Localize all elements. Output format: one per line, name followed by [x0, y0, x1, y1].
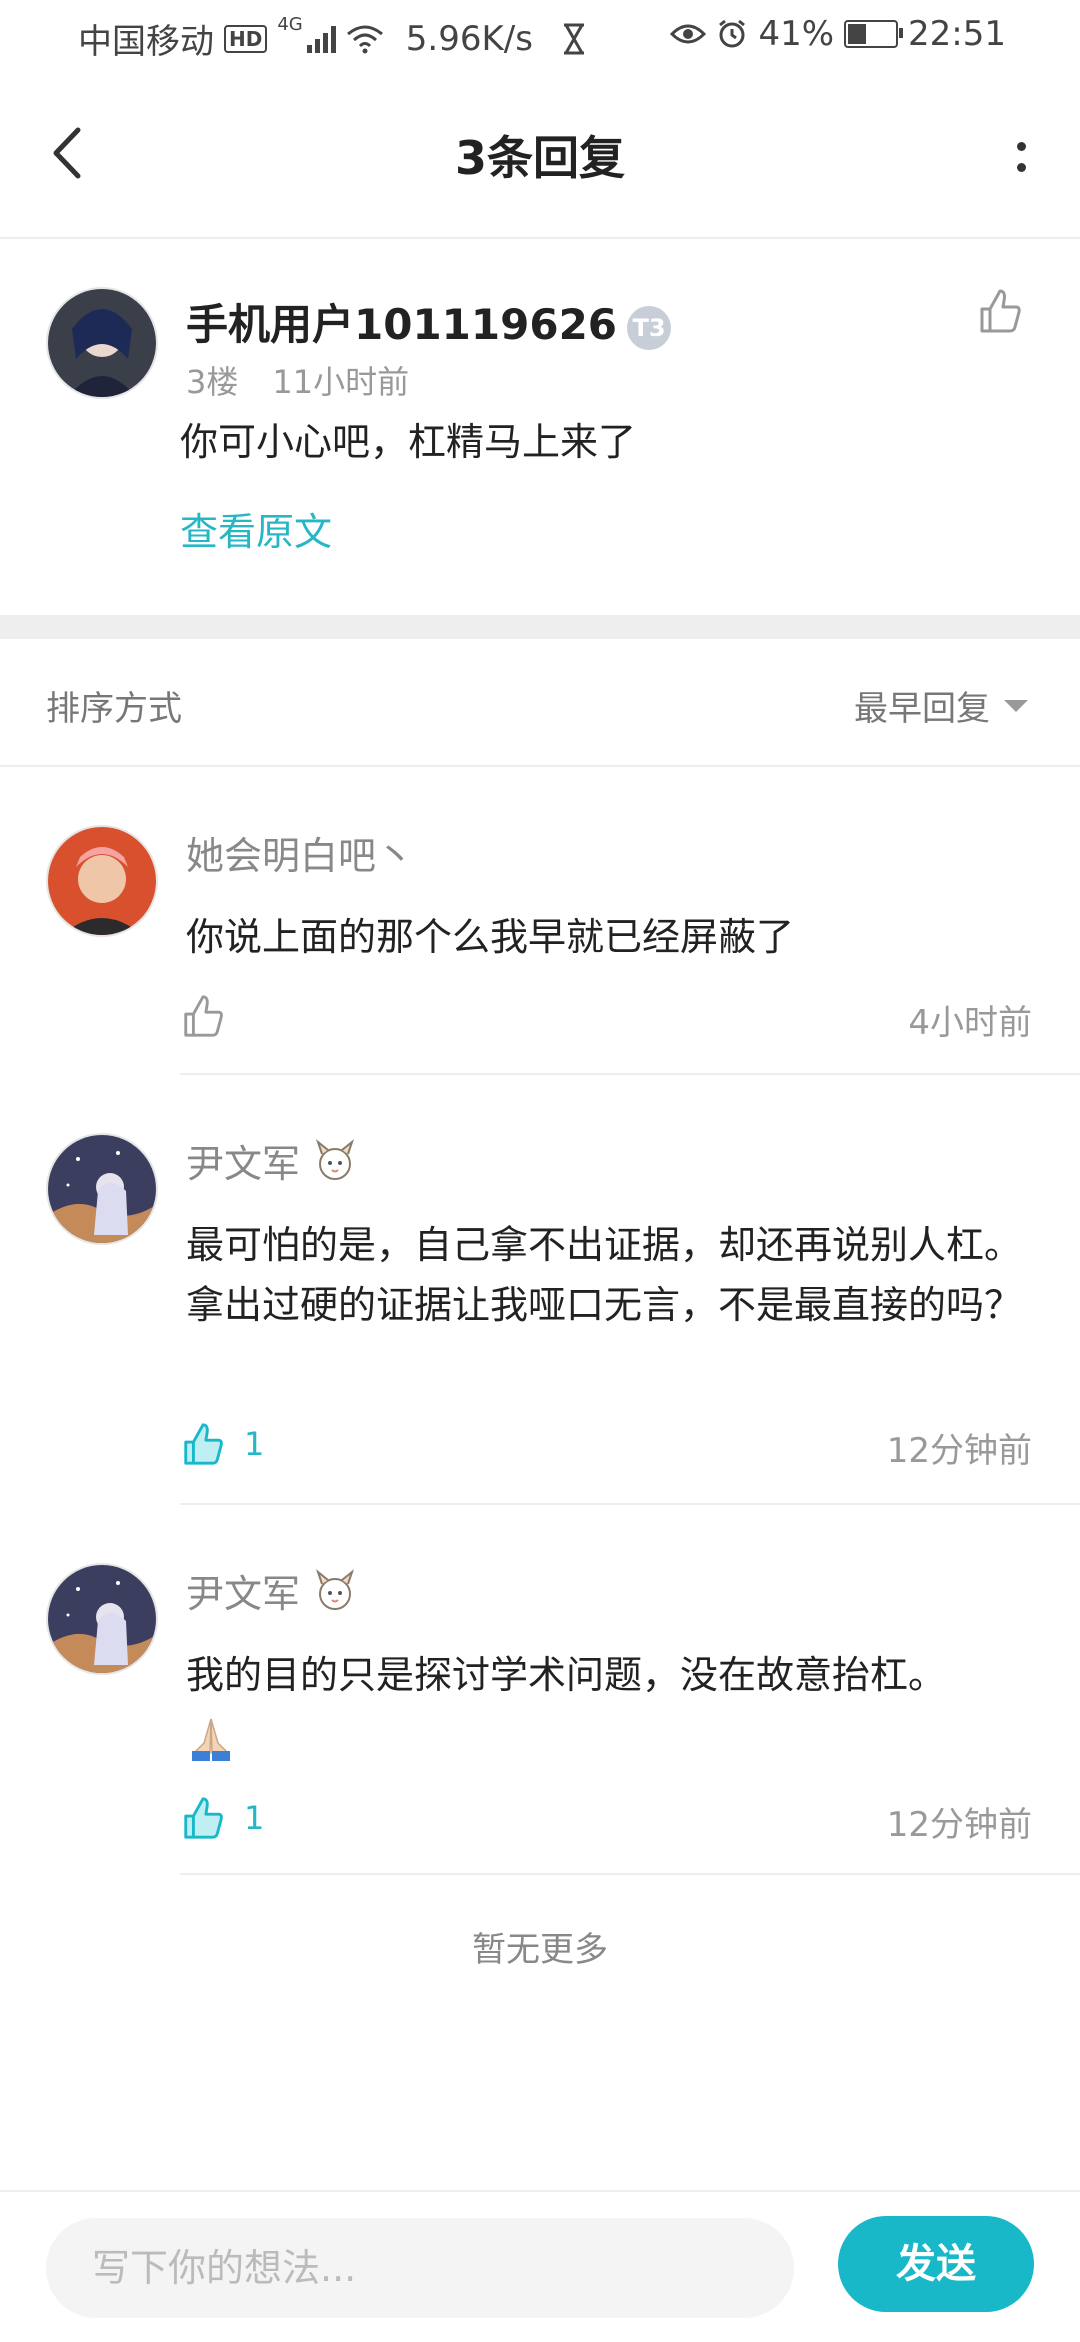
reply-content-text: 我的目的只是探讨学术问题，没在故意抬杠。	[186, 1653, 947, 1697]
reply-username-text: 她会明白吧丶	[186, 834, 415, 878]
sort-bar: 排序方式 最早回复	[0, 639, 1080, 767]
like-filled-icon[interactable]	[180, 1421, 226, 1467]
battery-icon	[844, 20, 904, 48]
like-count: 1	[244, 1799, 265, 1837]
like-icon[interactable]	[976, 287, 1024, 335]
reply-time: 12分钟前	[886, 1805, 1032, 1845]
reply-content: 你说上面的那个么我早就已经屏蔽了	[186, 915, 795, 959]
sort-label: 排序方式	[46, 689, 182, 729]
network-type: 4G	[277, 14, 303, 35]
clock: 22:51	[908, 14, 1006, 54]
reply-username[interactable]: 尹文军	[186, 1563, 358, 1618]
signal-icon	[306, 25, 336, 53]
more-options-icon[interactable]	[1006, 122, 1036, 192]
mascot-badge-icon	[315, 1138, 355, 1180]
reply-content: 我的目的只是探讨学术问题，没在故意抬杠。	[186, 1645, 1030, 1765]
original-comment: 手机用户101119626 T3 3楼 11小时前 你可小心吧，杠精马上来了 查看原…	[0, 239, 1080, 615]
reply-username[interactable]: 尹文军	[186, 1133, 358, 1188]
reply-username[interactable]: 她会明白吧丶	[186, 825, 414, 880]
reply-username-text: 尹文军	[186, 1572, 301, 1616]
divider	[180, 1873, 1080, 1875]
top-bar: 3条回复	[0, 72, 1080, 239]
reply-item: 尹文军 最可怕的是，自己拿不出证据，却还再说别人杠。拿出过硬的证据让我哑口无言，…	[0, 1075, 1080, 1505]
reply-username-text: 尹文军	[186, 1142, 301, 1186]
like-filled-icon[interactable]	[180, 1795, 226, 1841]
like-icon[interactable]	[180, 993, 226, 1039]
status-bar: 中国移动 HD 4G 5.96K/s 41% 22:51	[0, 0, 1080, 72]
eye-icon	[670, 24, 707, 44]
section-divider	[0, 615, 1080, 639]
comment-content: 你可小心吧，杠精马上来了	[180, 420, 637, 464]
view-original-link[interactable]: 查看原文	[180, 501, 332, 556]
alarm-icon	[719, 19, 746, 48]
carrier-label: 中国移动	[78, 22, 214, 62]
reply-input[interactable]: 写下你的想法...	[46, 2218, 794, 2318]
reply-time: 12分钟前	[886, 1431, 1032, 1471]
dropdown-caret-icon	[1004, 699, 1028, 712]
sort-value: 最早回复	[854, 689, 990, 729]
level-badge: T3	[627, 305, 672, 350]
send-button[interactable]: 发送	[838, 2216, 1034, 2312]
no-more-label: 暂无更多	[472, 1930, 608, 1970]
username[interactable]: 手机用户101119626 T3	[186, 291, 672, 352]
reply-item: 她会明白吧丶 你说上面的那个么我早就已经屏蔽了 4小时前	[0, 767, 1080, 1075]
reply-input-bar: 写下你的想法... 发送	[0, 2190, 1080, 2342]
sort-dropdown[interactable]: 最早回复	[854, 681, 1028, 730]
hd-badge: HD	[224, 24, 268, 53]
username-text: 手机用户101119626	[186, 300, 618, 349]
reply-time: 4小时前	[908, 1003, 1032, 1043]
battery-percent: 41%	[758, 14, 835, 54]
floor-number: 3楼	[186, 363, 239, 401]
reply-content: 最可怕的是，自己拿不出证据，却还再说别人杠。拿出过硬的证据让我哑口无言，不是最直…	[186, 1223, 1023, 1327]
comment-meta: 3楼 11小时前	[186, 357, 409, 403]
comment-time: 11小时前	[272, 363, 410, 401]
mascot-badge-icon	[315, 1568, 355, 1610]
page-title: 3条回复	[454, 131, 625, 185]
like-count: 1	[244, 1425, 265, 1463]
network-speed: 5.96K/s	[405, 18, 533, 59]
avatar[interactable]	[46, 825, 158, 937]
wifi-icon	[346, 25, 383, 53]
avatar[interactable]	[46, 1133, 158, 1245]
praying-hands-emoji-icon	[192, 1718, 230, 1761]
avatar[interactable]	[46, 1563, 158, 1675]
hourglass-icon	[563, 23, 584, 54]
reply-item: 尹文军 我的目的只是探讨学术问题，没在故意抬杠。 1 12分钟前	[0, 1505, 1080, 1875]
avatar[interactable]	[46, 287, 158, 399]
